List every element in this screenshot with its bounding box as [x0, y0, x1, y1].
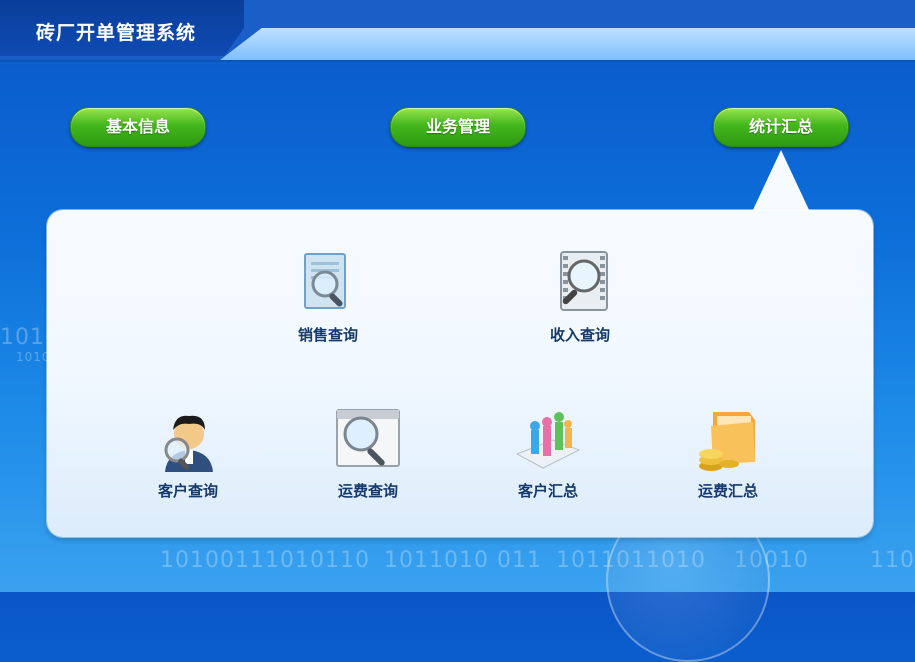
user-search-icon — [153, 406, 223, 476]
nav-basic-info-label: 基本信息 — [105, 117, 170, 136]
statistics-panel: 销售查询 收入查询 客户查询 运费查询 客户汇总 运费汇总 — [47, 210, 873, 537]
freight-summary-item[interactable]: 运费汇总 — [673, 406, 783, 501]
sales-query-label: 销售查询 — [297, 326, 358, 344]
window-search-icon — [333, 406, 403, 476]
nav-basic-info-button[interactable]: 基本信息 — [70, 107, 206, 147]
customer-query-label: 客户查询 — [157, 482, 218, 500]
freight-summary-label: 运费汇总 — [697, 482, 758, 500]
background-binary-text: 10100111010110 — [160, 548, 370, 573]
background-binary-text: 110 — [870, 548, 915, 573]
nav-business-management-label: 业务管理 — [425, 117, 490, 136]
header-stripe — [220, 28, 915, 60]
panel-pointer — [752, 150, 810, 212]
background-binary-text: 1010 — [16, 350, 51, 364]
sales-query-item[interactable]: 销售查询 — [273, 250, 383, 345]
nav-business-management-button[interactable]: 业务管理 — [390, 107, 526, 147]
income-query-label: 收入查询 — [549, 326, 610, 344]
document-search-icon — [293, 250, 363, 320]
header-divider — [0, 60, 915, 64]
income-query-item[interactable]: 收入查询 — [525, 250, 635, 345]
background-binary-text: 1011010 011 — [384, 548, 542, 573]
freight-query-label: 运费查询 — [337, 482, 398, 500]
folder-coins-icon — [693, 406, 763, 476]
app-title: 砖厂开单管理系统 — [36, 22, 197, 44]
freight-query-item[interactable]: 运费查询 — [313, 406, 423, 501]
magnifier-filmstrip-icon — [545, 250, 615, 320]
people-chart-icon — [513, 406, 583, 476]
customer-query-item[interactable]: 客户查询 — [133, 406, 243, 501]
customer-summary-label: 客户汇总 — [517, 482, 578, 500]
header-bar: 砖厂开单管理系统 — [0, 0, 915, 64]
nav-statistics-summary-button[interactable]: 统计汇总 — [713, 107, 849, 147]
nav-statistics-summary-label: 统计汇总 — [748, 117, 813, 136]
customer-summary-item[interactable]: 客户汇总 — [493, 406, 603, 501]
